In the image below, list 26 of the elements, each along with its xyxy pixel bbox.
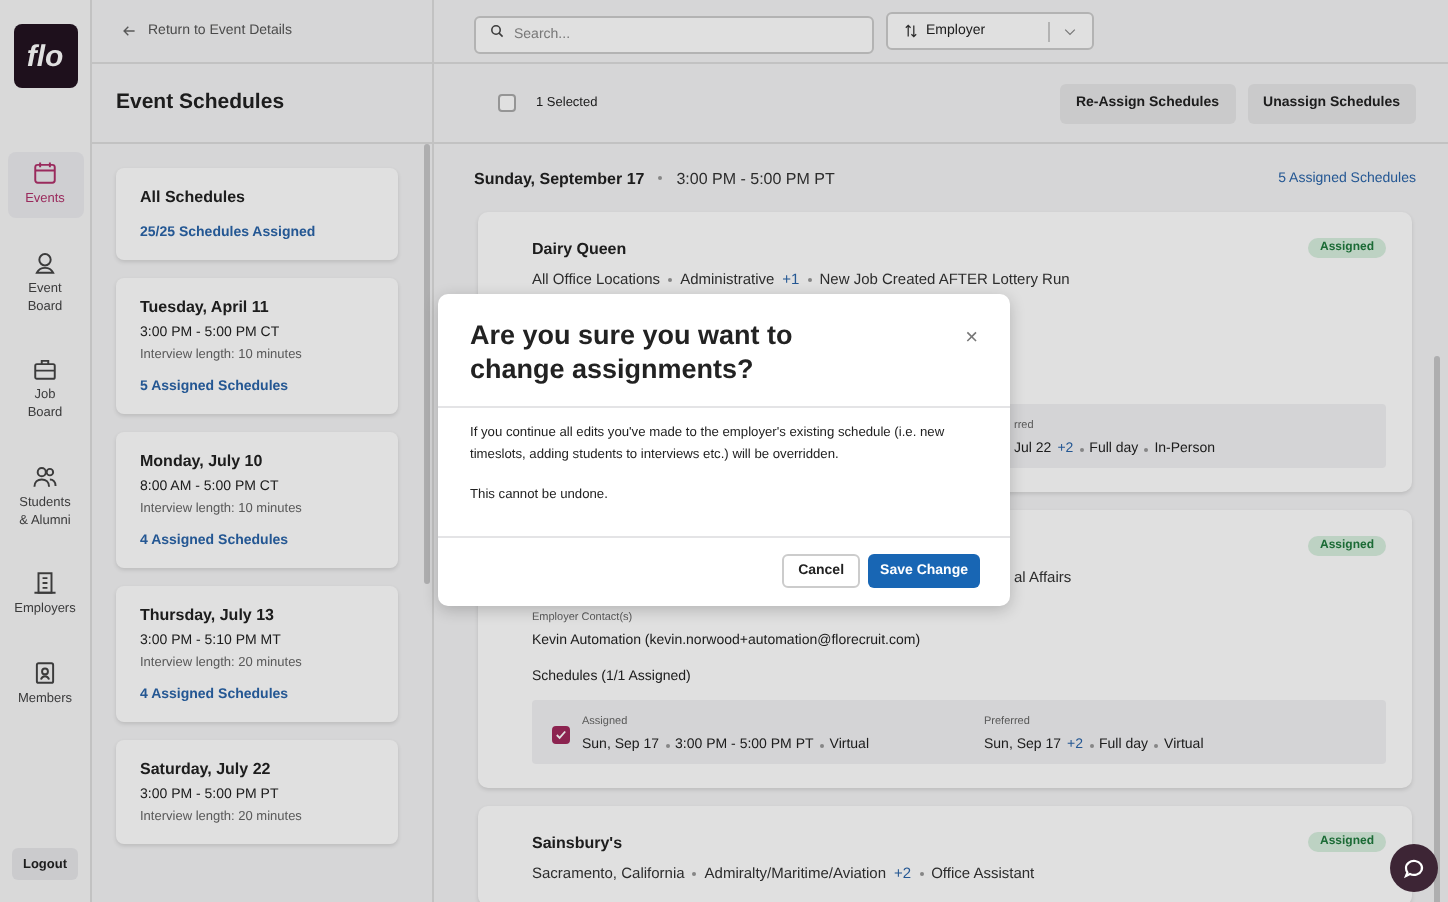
- close-button[interactable]: ×: [965, 326, 978, 350]
- back-arrow-icon: [122, 24, 136, 38]
- logo[interactable]: flo: [13, 24, 77, 88]
- scrollbar[interactable]: [1434, 356, 1440, 902]
- calendar-icon: [32, 160, 58, 186]
- sort-icon: [904, 24, 918, 38]
- scrollbar[interactable]: [424, 144, 430, 584]
- chevron-down-icon: [1064, 27, 1076, 35]
- building-icon: [32, 570, 58, 597]
- badge-icon: [32, 660, 58, 687]
- people-icon: [32, 463, 58, 490]
- schedule-title: All Schedules: [140, 188, 247, 206]
- schedule-title: Thursday, July 13: [140, 606, 276, 624]
- date-heading: Sunday, September 17: [474, 169, 645, 187]
- time-range: 3:00 PM - 5:00 PM PT: [676, 169, 835, 187]
- briefcase-icon: [32, 356, 58, 383]
- dialog-title: Are you sure you want to change assignments?: [470, 318, 795, 387]
- schedule-title: Monday, July 10: [140, 452, 265, 470]
- panel-title: Event Schedules: [92, 64, 432, 144]
- schedule-checkbox[interactable]: [552, 725, 570, 743]
- select-all-checkbox[interactable]: [498, 94, 516, 112]
- employer-name: Dairy Queen: [532, 239, 627, 257]
- schedule-title: Saturday, July 22: [140, 760, 273, 778]
- employer-name: Sainsbury's: [532, 833, 623, 851]
- chat-icon: [1402, 856, 1426, 880]
- schedule-title: Tuesday, April 11: [140, 298, 271, 316]
